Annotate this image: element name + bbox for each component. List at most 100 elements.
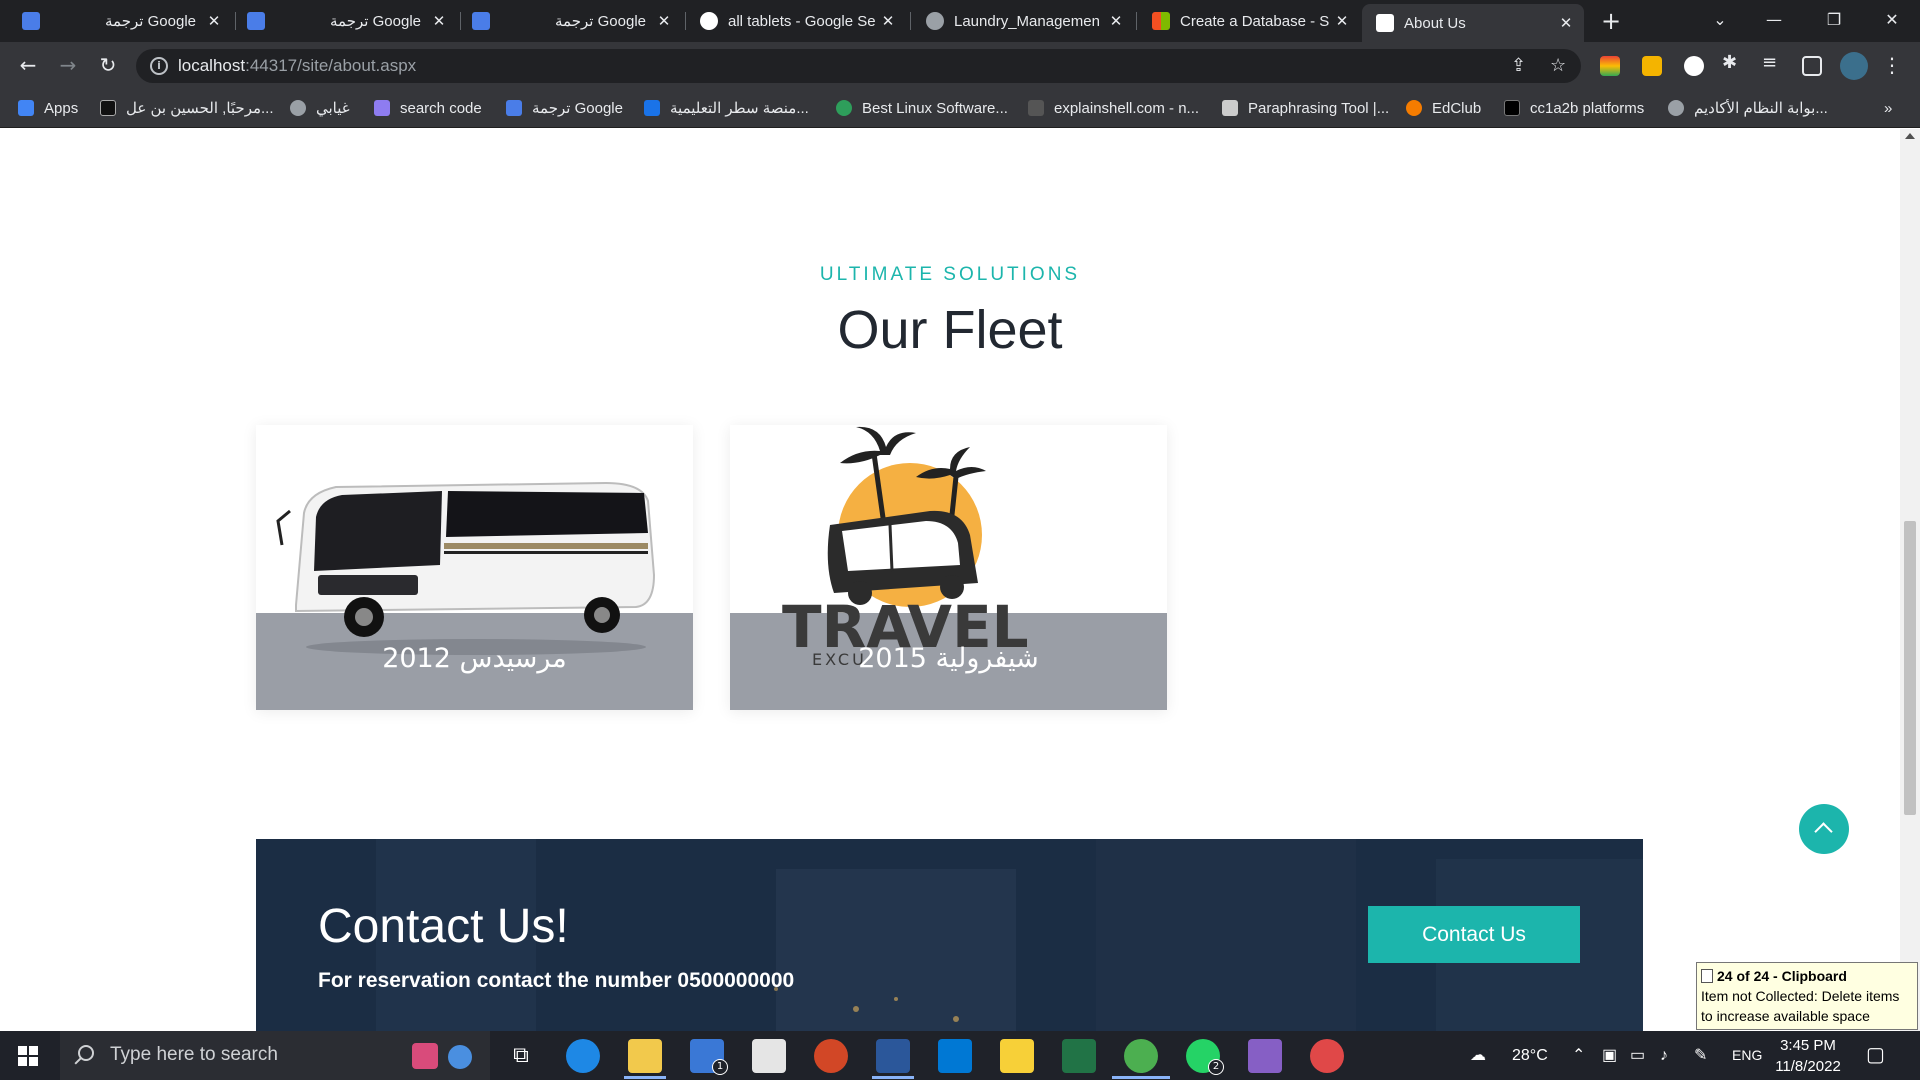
tab-create-database[interactable]: Create a Database - S ✕ (1138, 0, 1360, 42)
back-button[interactable]: ← (12, 49, 44, 81)
microsoft-icon (1152, 12, 1170, 30)
pen-icon[interactable]: ✎ (1694, 1031, 1707, 1080)
more-bookmarks-icon[interactable]: » (1884, 88, 1892, 128)
task-view-icon[interactable]: ⧉ (504, 1039, 538, 1073)
close-tab-icon[interactable]: ✕ (1334, 12, 1350, 30)
battery-icon[interactable]: ▭ (1630, 1031, 1645, 1080)
address-bar[interactable]: i localhost:44317/site/about.aspx ⇪ ☆ (136, 49, 1581, 83)
bookmark-item[interactable]: بوابة النظام الأكاديم... (1668, 88, 1828, 128)
bookmark-item[interactable]: ترجمة Google (506, 88, 623, 128)
share-icon[interactable]: ⇪ (1511, 55, 1526, 76)
app-icon[interactable] (938, 1039, 972, 1073)
notification-center-icon[interactable]: ▢ (1866, 1031, 1885, 1080)
clock[interactable]: 3:45 PM 11/8/2022 (1772, 1035, 1844, 1077)
extension-icon[interactable] (1642, 56, 1662, 76)
close-tab-icon[interactable]: ✕ (206, 12, 222, 30)
bookmark-star-icon[interactable]: ☆ (1550, 55, 1566, 76)
tab-google-translate-3[interactable]: ترجمة Google ✕ (458, 0, 682, 42)
clock-date: 11/8/2022 (1775, 1058, 1841, 1075)
back-to-top-button[interactable] (1799, 804, 1849, 854)
close-tab-icon[interactable]: ✕ (1558, 14, 1574, 32)
start-button[interactable] (18, 1046, 38, 1066)
side-panel-icon[interactable] (1802, 56, 1822, 76)
tab-label: all tablets - Google Se (728, 12, 876, 30)
url-text[interactable]: localhost:44317/site/about.aspx (178, 56, 416, 76)
mail-icon[interactable]: 1 (690, 1039, 728, 1075)
search-code-icon (374, 100, 390, 116)
edge-icon[interactable] (566, 1039, 600, 1073)
tab-about-us[interactable]: About Us ✕ (1362, 4, 1584, 42)
tab-google-translate-1[interactable]: ترجمة Google ✕ (8, 0, 232, 42)
tray-device-icon[interactable]: ▣ (1602, 1031, 1617, 1080)
page-scrollbar[interactable] (1900, 129, 1920, 1031)
close-window-button[interactable]: ✕ (1864, 0, 1920, 40)
language-indicator[interactable]: ENG (1732, 1031, 1762, 1080)
reload-button[interactable]: ↻ (92, 49, 124, 81)
google-translate-icon (472, 12, 490, 30)
word-icon[interactable] (876, 1039, 910, 1073)
forward-button[interactable]: → (52, 49, 84, 81)
tray-expand-icon[interactable]: ⌃ (1572, 1031, 1585, 1080)
fleet-card-chevrolet[interactable]: TRAVEL EXCU شيفرولية 2015 (730, 425, 1167, 710)
excel-icon[interactable] (1062, 1039, 1096, 1073)
scrollbar-thumb[interactable] (1904, 521, 1916, 815)
close-tab-icon[interactable]: ✕ (656, 12, 672, 30)
page-viewport: ULTIMATE SOLUTIONS Our Fleet مرسيدس 2012 (0, 129, 1900, 1031)
bookmark-label: search code (400, 99, 482, 117)
media-control-icon[interactable]: ≡ (1762, 52, 1782, 73)
bookmark-label: Best Linux Software... (862, 99, 1008, 117)
bookmark-item[interactable]: مرحبًا, الحسين بن عل... (100, 88, 274, 128)
fleet-card-mercedes[interactable]: مرسيدس 2012 (256, 425, 693, 710)
bookmark-item[interactable]: غيابي (290, 88, 350, 128)
restore-button[interactable]: ❐ (1806, 0, 1862, 40)
bookmark-item[interactable]: EdClub (1406, 88, 1481, 128)
bookmark-item[interactable]: Paraphrasing Tool |... (1222, 88, 1389, 128)
tab-google-translate-2[interactable]: ترجمة Google ✕ (233, 0, 457, 42)
bookmark-apps[interactable]: Apps (18, 88, 78, 128)
bookmark-label: explainshell.com - n... (1054, 99, 1200, 117)
tab-separator (1136, 12, 1137, 30)
puzzle-icon[interactable]: ✱ (1722, 52, 1742, 73)
google-translate-icon (247, 12, 265, 30)
chrome-icon[interactable] (1124, 1039, 1158, 1073)
tab-laundry-management[interactable]: Laundry_Managemen ✕ (912, 0, 1134, 42)
store-icon[interactable] (752, 1039, 786, 1073)
bookmark-item[interactable]: explainshell.com - n... (1028, 88, 1199, 128)
close-tab-icon[interactable]: ✕ (1108, 12, 1124, 30)
contact-us-button[interactable]: Contact Us (1368, 906, 1580, 963)
weather-icon[interactable]: ☁ (1470, 1031, 1500, 1080)
scroll-up-arrow-icon[interactable] (1905, 133, 1915, 139)
bus-image (276, 481, 656, 655)
bookmark-item[interactable]: cc1a2b platforms (1504, 88, 1644, 128)
close-tab-icon[interactable]: ✕ (880, 12, 896, 30)
bookmark-item[interactable]: منصة سطر التعليمية... (644, 88, 809, 128)
clipboard-message: Item not Collected: Delete items to incr… (1701, 988, 1900, 1024)
bookmark-item[interactable]: search code (374, 88, 482, 128)
snipping-tool-icon[interactable] (1310, 1039, 1344, 1073)
close-tab-icon[interactable]: ✕ (431, 12, 447, 30)
menu-kebab-icon[interactable]: ⋮ (1876, 49, 1908, 81)
weather-temperature[interactable]: 28°C (1512, 1031, 1548, 1080)
extension-icon[interactable] (1684, 56, 1704, 76)
platform-icon (644, 100, 660, 116)
tab-search-icon[interactable]: ⌄ (1692, 0, 1748, 40)
whatsapp-icon[interactable]: 2 (1186, 1039, 1224, 1075)
bookmark-item[interactable]: Best Linux Software... (836, 88, 1008, 128)
mail-badge: 1 (712, 1059, 728, 1075)
url-path: :44317/site/about.aspx (245, 56, 417, 75)
tab-label: ترجمة Google (555, 13, 646, 30)
file-explorer-icon[interactable] (628, 1039, 662, 1073)
tab-all-tablets[interactable]: all tablets - Google Se ✕ (686, 0, 906, 42)
sticky-notes-icon[interactable] (1000, 1039, 1034, 1073)
platform-icon (1504, 100, 1520, 116)
volume-icon[interactable]: ♪ (1660, 1031, 1668, 1080)
clipboard-notification[interactable]: 24 of 24 - Clipboard Item not Collected:… (1696, 962, 1918, 1030)
visual-studio-icon[interactable] (1248, 1039, 1282, 1073)
extension-icon[interactable] (1600, 56, 1620, 76)
powerpoint-icon[interactable] (814, 1039, 848, 1073)
avatar[interactable] (1840, 52, 1868, 80)
site-info-icon[interactable]: i (150, 57, 168, 75)
minimize-button[interactable]: — (1746, 0, 1802, 40)
taskbar-search-box[interactable]: Type here to search (60, 1031, 490, 1080)
new-tab-button[interactable]: + (1598, 8, 1624, 34)
